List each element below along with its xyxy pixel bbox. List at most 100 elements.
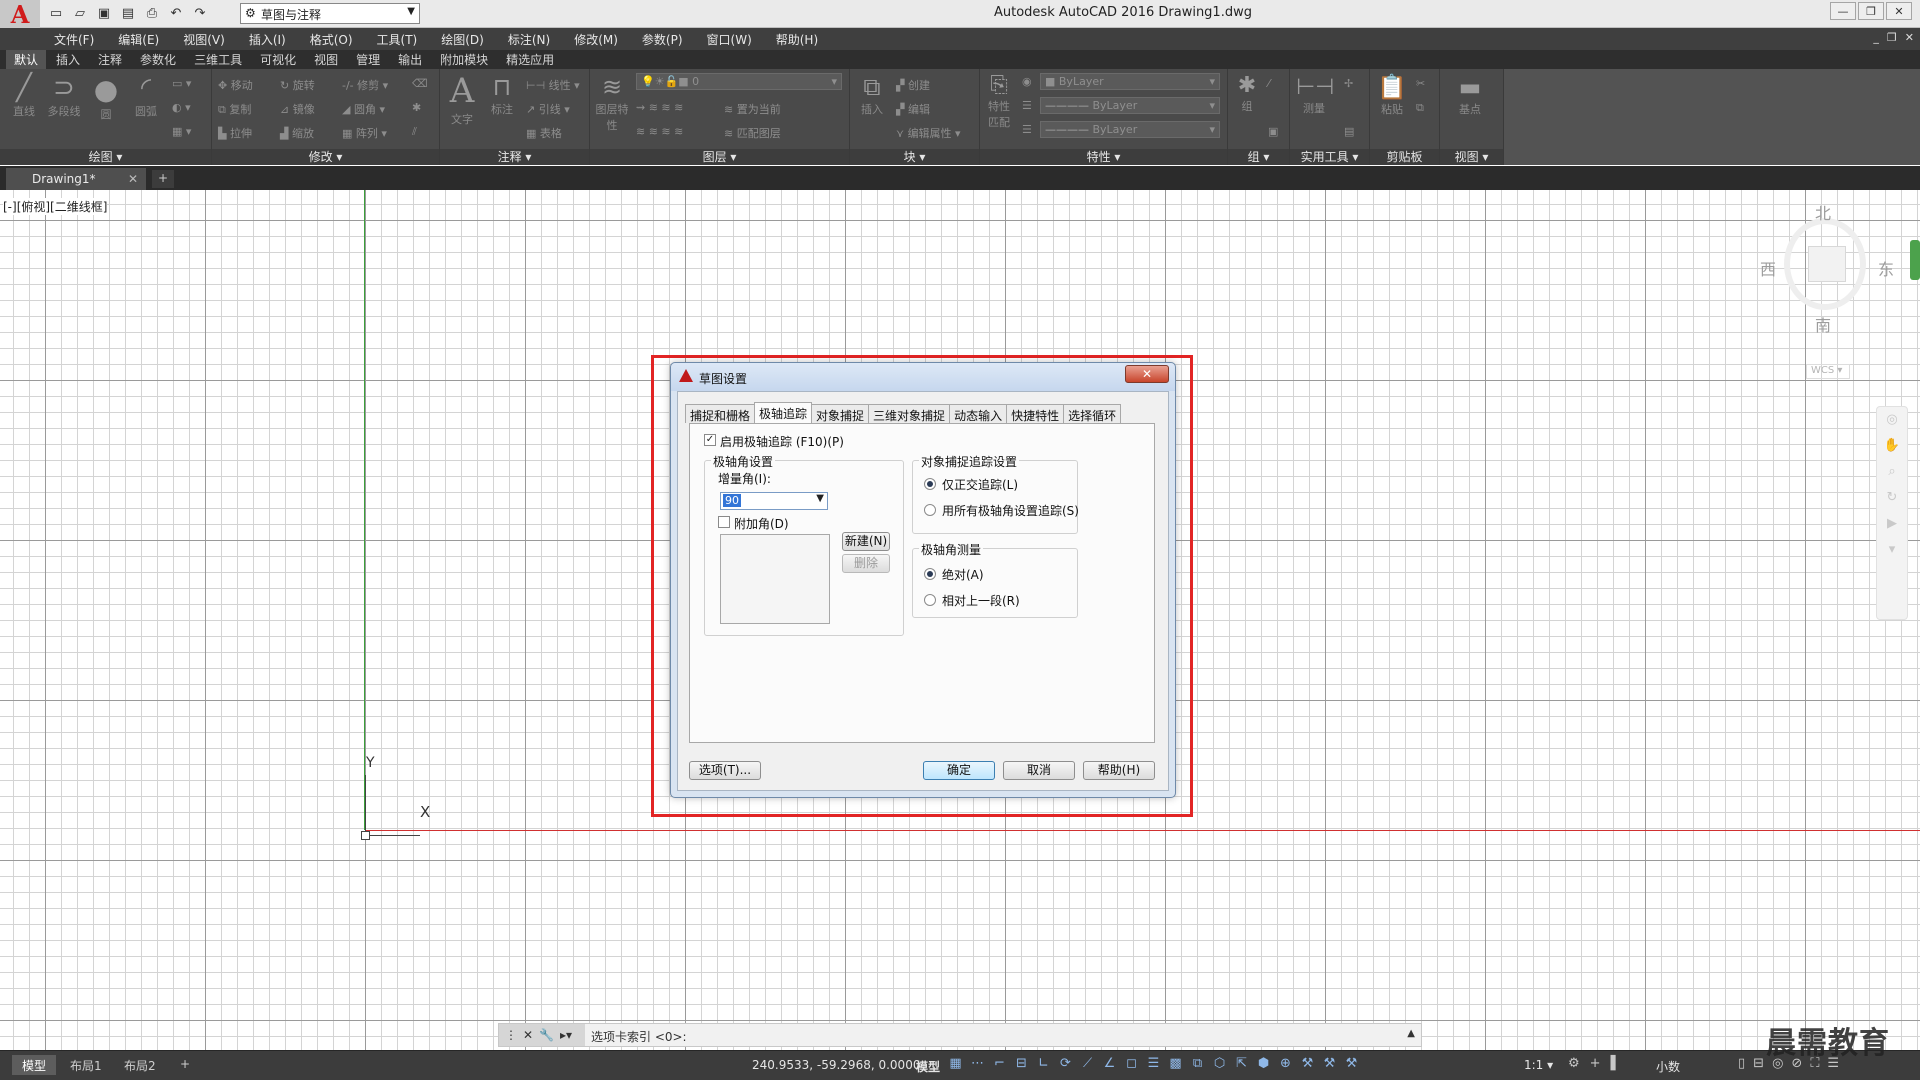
group-edit-icon[interactable]: ▣ bbox=[1268, 125, 1278, 138]
menu-modify[interactable]: 修改(M) bbox=[574, 31, 618, 48]
annotation-scale-icon[interactable]: ⚒ bbox=[1344, 1056, 1359, 1071]
view-panel-title[interactable]: 视图 ▾ bbox=[1440, 149, 1503, 165]
steering-wheel-icon[interactable]: ◎ bbox=[1877, 407, 1907, 433]
lineweight-dropdown[interactable]: ———— ByLayer ▾ bbox=[1040, 121, 1220, 138]
additional-angle-label[interactable]: 附加角(D) bbox=[734, 515, 789, 532]
relative-label[interactable]: 相对上一段(R) bbox=[942, 592, 1020, 609]
gizmo-icon[interactable]: ⊕ bbox=[1278, 1056, 1293, 1071]
stretch-tool[interactable]: ▙ 拉伸 bbox=[218, 125, 252, 141]
polyline-tool[interactable]: ⊃ 多段线 bbox=[44, 73, 84, 119]
layer-dropdown[interactable]: 💡☀🔓■ 0 ▾ bbox=[636, 73, 842, 90]
paste-tool[interactable]: 📋 粘贴 bbox=[1374, 73, 1410, 117]
quick-properties-icon[interactable]: ▯ bbox=[1738, 1056, 1745, 1071]
line-tool[interactable]: ╱ 直线 bbox=[6, 73, 42, 119]
tab-snap-grid[interactable]: 捕捉和栅格 bbox=[685, 404, 756, 423]
3d-osnap-icon[interactable]: ⬡ bbox=[1212, 1056, 1227, 1071]
scroll-indicator[interactable] bbox=[1910, 240, 1920, 280]
table-tool[interactable]: ▦ 表格 bbox=[526, 125, 562, 141]
edit-block-tool[interactable]: ▞ 编辑 bbox=[896, 101, 930, 117]
linear-tool[interactable]: ⊢⊣ 线性 ▾ bbox=[526, 77, 580, 93]
tab-model[interactable]: 模型 bbox=[12, 1055, 57, 1075]
tab-3d-tools[interactable]: 三维工具 bbox=[186, 50, 250, 69]
dialog-close-button[interactable]: ✕ bbox=[1125, 365, 1169, 383]
erase-icon[interactable]: ⌫ bbox=[412, 77, 428, 90]
coordinate-readout[interactable]: 240.9533, -59.2968, 0.0000 bbox=[752, 1058, 920, 1072]
delete-angle-button[interactable]: 删除 bbox=[842, 554, 890, 573]
ungroup-icon[interactable]: ⁄ bbox=[1268, 77, 1270, 90]
annotation-panel-title[interactable]: 注释 ▾ bbox=[440, 149, 589, 165]
additional-angle-checkbox[interactable] bbox=[718, 516, 730, 528]
rotate-tool[interactable]: ↻ 旋转 bbox=[280, 77, 315, 93]
compass-west[interactable]: 西 bbox=[1760, 256, 1776, 280]
enable-polar-label[interactable]: 启用极轴追踪 (F10)(P) bbox=[720, 433, 844, 450]
chevron-up-icon[interactable]: ▲ bbox=[1407, 1028, 1415, 1039]
doc-restore-button[interactable]: ❐ bbox=[1887, 31, 1897, 44]
layer-tools-row1[interactable]: ⇝ ≋ ≋ ≋ bbox=[636, 101, 683, 114]
showmotion-icon[interactable]: ▶ bbox=[1877, 511, 1907, 537]
block-panel-title[interactable]: 块 ▾ bbox=[850, 149, 979, 165]
undo-icon[interactable]: ↶ bbox=[166, 3, 186, 23]
tab-visualize[interactable]: 可视化 bbox=[252, 50, 304, 69]
close-icon[interactable]: ✕ bbox=[523, 1028, 533, 1042]
array-tool[interactable]: ▦ 阵列 ▾ bbox=[342, 125, 387, 141]
menu-help[interactable]: 帮助(H) bbox=[776, 31, 818, 48]
tab-default[interactable]: 默认 bbox=[6, 50, 47, 69]
rectangle-icon[interactable]: ▭ ▾ bbox=[172, 77, 191, 90]
lock-ui-icon[interactable]: ⊟ bbox=[1753, 1056, 1764, 1071]
create-block-tool[interactable]: ▞ 创建 bbox=[896, 77, 930, 93]
layers-panel-title[interactable]: 图层 ▾ bbox=[590, 149, 849, 165]
groups-panel-title[interactable]: 组 ▾ bbox=[1228, 149, 1289, 165]
menu-tools[interactable]: 工具(T) bbox=[377, 31, 418, 48]
saveas-icon[interactable]: ▤ bbox=[118, 3, 138, 23]
lineweight-toggle-icon[interactable]: ☰ bbox=[1146, 1056, 1161, 1071]
snap-icon[interactable]: ⋯ bbox=[970, 1056, 985, 1071]
layer-properties-tool[interactable]: ≋ 图层特性 bbox=[594, 73, 630, 133]
dynamic-input-icon[interactable]: ⊟ bbox=[1014, 1056, 1029, 1071]
menu-insert[interactable]: 插入(I) bbox=[249, 31, 286, 48]
grip-icon[interactable]: ⋮ bbox=[505, 1028, 517, 1042]
new-angle-button[interactable]: 新建(N) bbox=[842, 532, 890, 551]
tab-drawing1[interactable]: Drawing1* ✕ bbox=[6, 168, 146, 190]
edit-attributes-tool[interactable]: ⋎ 编辑属性 ▾ bbox=[896, 125, 961, 141]
properties-panel-title[interactable]: 特性 ▾ bbox=[980, 149, 1227, 165]
nav-bar-options-icon[interactable]: ▾ bbox=[1877, 537, 1907, 563]
isodraft-icon[interactable]: ⟋ bbox=[1080, 1056, 1095, 1071]
annotation-monitor-icon[interactable]: + bbox=[1590, 1056, 1601, 1071]
insert-block-tool[interactable]: ⧉ 插入 bbox=[854, 73, 890, 117]
annotation-scale-dropdown[interactable]: 1:1 ▾ bbox=[1524, 1058, 1553, 1072]
osnap-icon[interactable]: ◻ bbox=[1124, 1056, 1139, 1071]
selection-cycling-icon[interactable]: ⧉ bbox=[1190, 1056, 1205, 1071]
redo-icon[interactable]: ↷ bbox=[190, 3, 210, 23]
measure-tool[interactable]: ⊢⊣ 测量 bbox=[1296, 75, 1334, 116]
osnap-tracking-icon[interactable]: ∠ bbox=[1102, 1056, 1117, 1071]
compass-east[interactable]: 东 bbox=[1878, 256, 1894, 280]
all-polar-tracking-radio[interactable] bbox=[924, 504, 936, 516]
menu-file[interactable]: 文件(F) bbox=[54, 31, 94, 48]
move-tool[interactable]: ✥ 移动 bbox=[218, 77, 253, 93]
arc-tool[interactable]: ◜ 圆弧 bbox=[128, 73, 164, 119]
infer-icon[interactable]: ⌐ bbox=[992, 1056, 1007, 1071]
close-window-button[interactable]: ✕ bbox=[1886, 2, 1912, 20]
offset-icon[interactable]: ⫽ bbox=[412, 125, 417, 139]
selection-filter-icon[interactable]: ⬢ bbox=[1256, 1056, 1271, 1071]
group-tool[interactable]: ✱ 组 bbox=[1232, 73, 1262, 114]
orbit-icon[interactable]: ↻ bbox=[1877, 485, 1907, 511]
utilities-panel-title[interactable]: 实用工具 ▾ bbox=[1290, 149, 1369, 165]
menu-draw[interactable]: 绘图(D) bbox=[441, 31, 484, 48]
all-polar-tracking-label[interactable]: 用所有极轴角设置追踪(S) bbox=[942, 502, 1079, 519]
compass-south[interactable]: 南 bbox=[1815, 312, 1831, 336]
compass-north[interactable]: 北 bbox=[1815, 200, 1831, 224]
set-current-tool[interactable]: ≋ 置为当前 bbox=[724, 101, 781, 117]
clipboard-panel-title[interactable]: 剪贴板 bbox=[1370, 149, 1439, 165]
new-icon[interactable]: ▭ bbox=[46, 3, 66, 23]
tab-parametric[interactable]: 参数化 bbox=[132, 50, 184, 69]
viewcube[interactable]: 北 南 西 东 bbox=[1758, 200, 1894, 370]
restore-button[interactable]: ❐ bbox=[1858, 2, 1884, 20]
close-icon[interactable]: ✕ bbox=[128, 172, 138, 186]
linetype-dropdown[interactable]: ———— ByLayer ▾ bbox=[1040, 97, 1220, 114]
model-space-toggle[interactable]: 模型 bbox=[916, 1058, 940, 1075]
units-dropdown[interactable]: 小数 bbox=[1656, 1058, 1720, 1075]
match-properties-tool[interactable]: ⎘ 特性匹配 bbox=[984, 73, 1014, 130]
hatch-icon[interactable]: ◐ ▾ bbox=[172, 101, 191, 114]
modify-panel-title[interactable]: 修改 ▾ bbox=[212, 149, 439, 165]
